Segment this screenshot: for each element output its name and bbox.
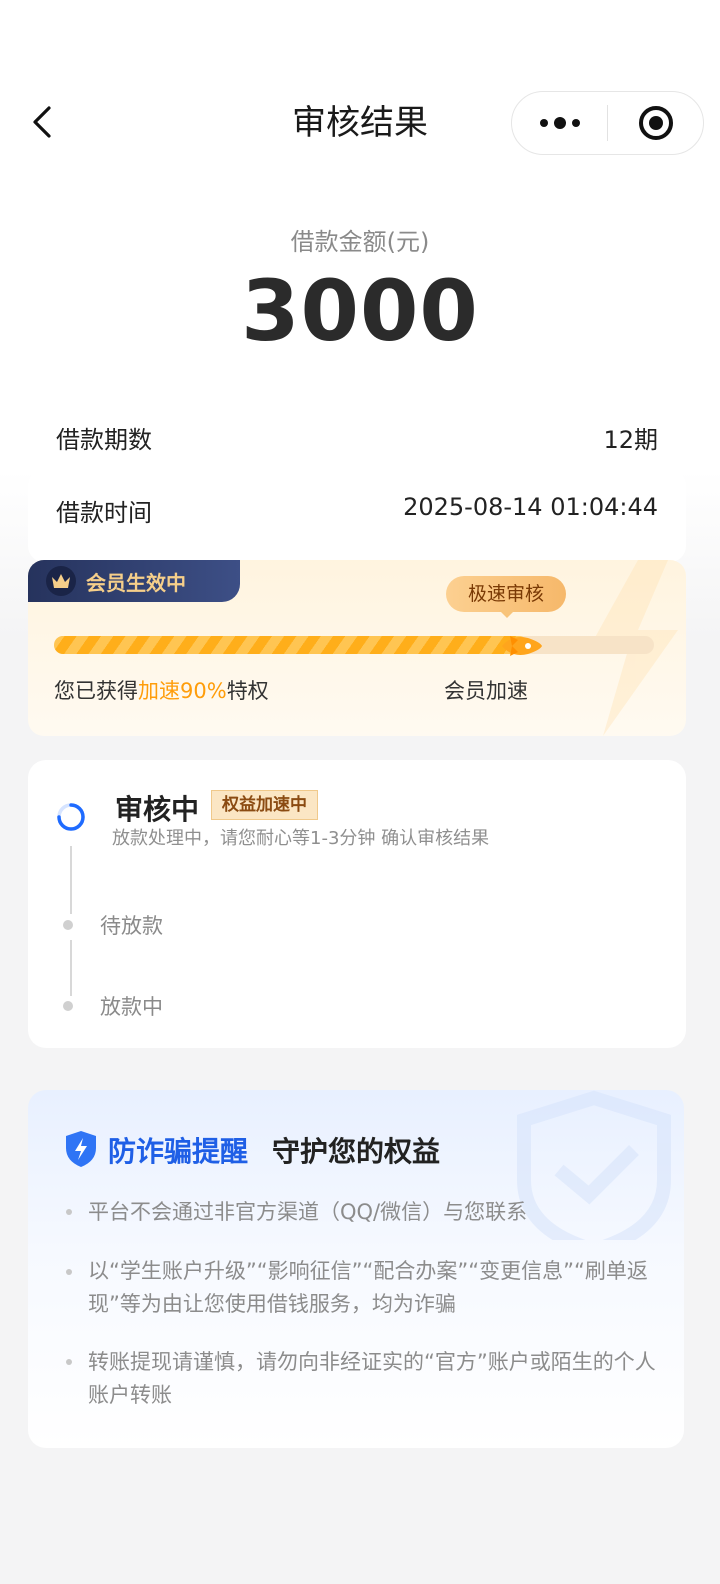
review-status-card: 审核中 权益加速中 放款处理中，请您耐心等1-3分钟 确认审核结果 待放款 放款…: [28, 760, 686, 1048]
crown-icon: [46, 566, 76, 596]
fraud-warning-subtitle: 守护您的权益: [272, 1135, 441, 1168]
tip-bullet: [66, 1269, 72, 1275]
shield-icon: [66, 1131, 96, 1167]
timeline-dot: [63, 1001, 73, 1011]
timeline-line: [70, 846, 72, 914]
anti-fraud-card: 防诈骗提醒 守护您的权益 平台不会通过非官方渠道（QQ/微信）与您联系 以“学生…: [28, 1090, 684, 1448]
periods-label: 借款期数: [56, 426, 152, 454]
acceleration-privilege-text: 您已获得加速90%特权: [54, 675, 269, 705]
member-acceleration-label: 会员加速: [444, 679, 528, 703]
loan-amount: 3000: [241, 262, 479, 360]
privilege-highlight: 加速90%: [138, 679, 227, 703]
fraud-tip: 平台不会通过非官方渠道（QQ/微信）与您联系: [88, 1200, 528, 1224]
timeline-dot: [63, 920, 73, 930]
speed-review-bubble: 极速审核: [446, 576, 566, 612]
bubble-pointer: [499, 610, 515, 618]
fraud-warning-title: 防诈骗提醒: [108, 1135, 249, 1168]
member-status-tag: 会员生效中: [28, 560, 240, 602]
timeline-line: [70, 940, 72, 996]
time-label: 借款时间: [56, 499, 152, 527]
progress-fill: [54, 636, 528, 654]
step-pending-payout: 待放款: [100, 914, 163, 938]
close-miniprogram-button[interactable]: [608, 92, 703, 154]
fraud-tip: 转账提现请谨慎，请勿向非经证实的“官方”账户或陌生的个人账户转账: [88, 1350, 656, 1407]
amount-label: 借款金额(元): [290, 228, 430, 256]
member-card[interactable]: 会员生效中 极速审核 您已获得加速90%特权 会员加速: [28, 560, 686, 736]
privilege-prefix: 您已获得: [54, 679, 138, 703]
spinner-icon: [57, 803, 85, 831]
tip-bullet: [66, 1359, 72, 1365]
more-button[interactable]: [512, 92, 607, 154]
more-dots-icon: [539, 117, 580, 129]
back-button[interactable]: [22, 100, 62, 144]
time-value: 2025-08-14 01:04:44: [403, 493, 658, 521]
member-status-text: 会员生效中: [86, 570, 186, 595]
mini-program-capsule: [511, 91, 704, 155]
periods-value: 12期: [603, 426, 658, 454]
back-arrow-icon: [33, 106, 51, 138]
rocket-icon: [502, 636, 542, 656]
fraud-tip: 以“学生账户升级”“影响征信”“配合办案”“变更信息”“刷单返现”等为由让您使用…: [88, 1259, 648, 1316]
privilege-suffix: 特权: [226, 679, 269, 703]
target-icon: [638, 106, 673, 140]
tip-bullet: [66, 1209, 72, 1215]
acceleration-badge: 权益加速中: [211, 790, 318, 820]
review-status-title: 审核中: [115, 793, 200, 826]
step-paying-out: 放款中: [100, 995, 163, 1019]
review-description: 放款处理中，请您耐心等1-3分钟 确认审核结果: [112, 828, 490, 849]
